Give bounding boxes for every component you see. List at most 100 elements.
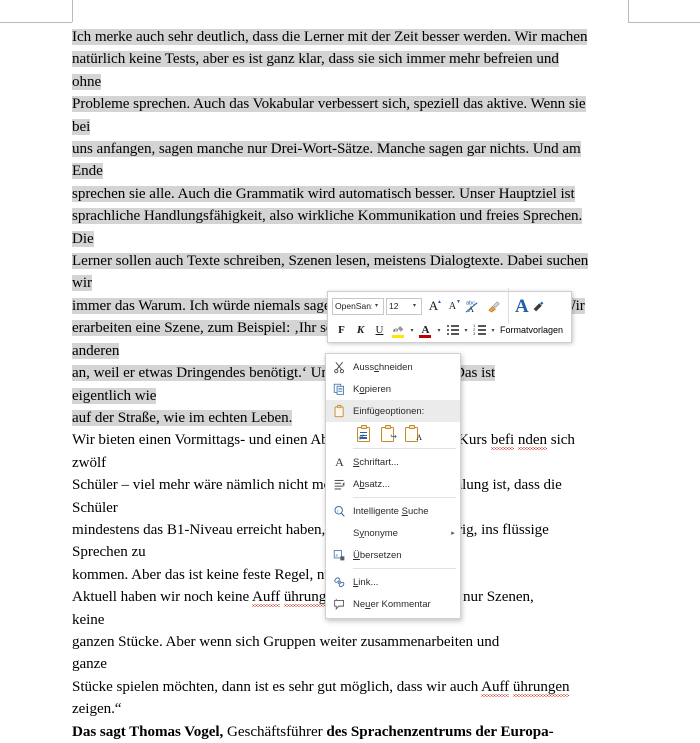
font-color-dropdown-arrow[interactable]: ▾ [435, 321, 443, 340]
selected-text[interactable]: bei [72, 118, 90, 135]
document-page: Ich merke auch sehr deutlich, dass die L… [0, 0, 700, 740]
context-menu-separator [353, 497, 456, 498]
context-menu-item-label: Schriftart... [353, 456, 399, 468]
context-menu-item-label: Ausschneiden [353, 361, 413, 373]
context-menu-separator [353, 568, 456, 569]
bold-button[interactable]: F [332, 321, 351, 340]
document-line-attribution: Das sagt Thomas Vogel, Geschäftsführer d… [72, 721, 628, 743]
page-margin-guide-top-left-vertical [72, 0, 73, 22]
selected-text[interactable]: Probleme sprechen. Auch das Vokabular ve… [72, 96, 586, 113]
toolbar-divider [508, 288, 509, 324]
chevron-down-icon[interactable]: ▾ [372, 299, 381, 314]
context-menu-item-font[interactable]: A Schriftart... [326, 451, 460, 473]
attribution-org: des Sprachenzentrums der Europa- [326, 723, 554, 740]
font-name-combobox[interactable]: OpenSan: ▾ [332, 297, 384, 315]
selected-text[interactable]: Ende [72, 163, 103, 180]
format-painter-button[interactable] [483, 297, 504, 316]
styles-button[interactable]: A [513, 297, 545, 316]
submenu-arrow-icon: ▸ [451, 530, 455, 537]
spellcheck-word[interactable]: Auff [481, 679, 509, 695]
copy-icon [326, 379, 353, 399]
numbered-list-icon: 1 2 3 [473, 324, 486, 336]
selected-text[interactable]: eigentlich wie [72, 387, 156, 404]
bullets-button[interactable] [443, 321, 462, 340]
selected-text[interactable]: ohne [72, 73, 101, 90]
selected-text[interactable]: Die [72, 230, 94, 247]
shrink-font-button[interactable]: A ▼ [443, 297, 462, 316]
document-line: ganzen Stücke. Aber wenn sich Gruppen we… [72, 633, 500, 650]
clipboard-icon [326, 401, 353, 421]
selected-text[interactable]: wir [72, 275, 92, 292]
context-menu-item-translate[interactable]: a Übersetzen [326, 544, 460, 566]
spellcheck-word[interactable]: ührungen [513, 679, 570, 695]
context-menu-item-comment[interactable]: Neuer Kommentar [326, 593, 460, 615]
page-margin-guide-top-right-horizontal [628, 22, 700, 23]
document-line: Probleme sprechen. Auch das Vokabular ve… [72, 93, 628, 115]
italic-button[interactable]: K [351, 321, 370, 340]
selected-text[interactable]: natürlich keine Tests, aber es ist ganz … [72, 51, 559, 68]
document-line: Lerner sollen auch Texte schreiben, Szen… [72, 250, 628, 272]
spellcheck-word[interactable]: nden [518, 432, 547, 448]
paste-text-only-icon[interactable]: A [405, 425, 422, 442]
grow-font-button[interactable]: A ▲ [424, 297, 443, 316]
translate-icon: a [326, 545, 353, 565]
selected-text[interactable]: sprechen sie alle. Auch die Grammatik wi… [72, 185, 575, 202]
selected-text[interactable]: sprachliche Handlungsfähigkeit, also wir… [72, 208, 582, 225]
context-menu-item-paste-opts: Einfügeoptionen: [326, 400, 460, 422]
document-line: Stücke spielen möchten, dann ist es sehr… [72, 678, 570, 695]
document-line: ohne [72, 71, 628, 93]
document-line: sprachliche Handlungsfähigkeit, also wir… [72, 205, 628, 227]
context-menu-separator [353, 448, 456, 449]
context-menu-item-synonyms[interactable]: Synonyme ▸ [326, 522, 460, 544]
selected-text[interactable]: uns anfangen, sagen manche nur Drei-Wort… [72, 141, 581, 158]
selected-text[interactable]: Ich merke auch sehr deutlich, dass die L… [72, 29, 587, 45]
font-color-bar [419, 334, 431, 338]
styles-label: Formatvorlagen [499, 325, 563, 335]
document-line: sprechen sie alle. Auch die Grammatik wi… [72, 183, 628, 205]
document-line: ganze [72, 656, 107, 673]
context-menu-item-cut[interactable]: Ausschneiden [326, 356, 460, 378]
text-highlight-button[interactable]: ab [389, 321, 408, 340]
page-margin-guide-top-left-horizontal [0, 22, 72, 23]
numbering-button[interactable]: 1 2 3 [470, 321, 489, 340]
change-case-button[interactable]: abc A [462, 297, 483, 316]
numbering-dropdown-arrow[interactable]: ▾ [489, 321, 497, 340]
font-icon: A [335, 454, 344, 469]
paste-merge-formatting-icon[interactable]: ↪ [381, 425, 397, 442]
mini-formatting-toolbar[interactable]: OpenSan: ▾ 12 ▾ A ▲ A ▼ abc A A F K U ab… [327, 288, 572, 343]
change-case-icon: abc A [465, 300, 478, 314]
underline-button[interactable]: U [370, 321, 389, 340]
bold-icon: F [338, 324, 345, 336]
context-menu-item-copy[interactable]: Kopieren [326, 378, 460, 400]
context-menu[interactable]: Ausschneiden Kopieren Einfügeoptionen: ✐ ↪ A A… [325, 353, 461, 619]
spellcheck-word[interactable]: Auff [252, 589, 280, 605]
document-line: zeigen.“ [72, 701, 122, 718]
selected-text[interactable]: Lerner sollen auch Texte schreiben, Szen… [72, 253, 588, 270]
selected-text[interactable]: anderen [72, 342, 119, 359]
document-line: uns anfangen, sagen manche nur Drei-Wort… [72, 138, 628, 160]
chevron-down-icon[interactable]: ▾ [410, 299, 419, 314]
context-menu-item-smart-lookup[interactable]: i Intelligente Suche [326, 500, 460, 522]
link-icon [326, 572, 353, 592]
attribution-name: Das sagt Thomas Vogel, [72, 723, 224, 740]
document-line: Die [72, 228, 628, 250]
comment-icon [326, 594, 353, 614]
paste-keep-source-formatting-icon[interactable]: ✐ [357, 425, 372, 442]
paragraph-icon [326, 474, 353, 494]
document-line: Ende [72, 160, 628, 182]
bullets-dropdown-arrow[interactable]: ▾ [462, 321, 470, 340]
highlight-dropdown-arrow[interactable]: ▾ [408, 321, 416, 340]
paintbrush-icon [488, 300, 500, 313]
document-line: natürlich keine Tests, aber es ist ganz … [72, 48, 628, 70]
selected-text[interactable]: auf der Straße, wie im echten Leben. [72, 409, 292, 426]
context-menu-item-label: Absatz... [353, 478, 390, 490]
document-line: Ich merke auch sehr deutlich, dass die L… [72, 26, 628, 48]
spellcheck-word[interactable]: befi [491, 432, 514, 448]
font-name-value: OpenSan: [335, 301, 372, 311]
none [326, 523, 353, 543]
font-color-button[interactable]: A [416, 321, 435, 340]
context-menu-item-paragraph[interactable]: Absatz... [326, 473, 460, 495]
pen-icon [533, 301, 544, 311]
context-menu-item-link[interactable]: Link... [326, 571, 460, 593]
font-size-combobox[interactable]: 12 ▾ [386, 297, 422, 315]
